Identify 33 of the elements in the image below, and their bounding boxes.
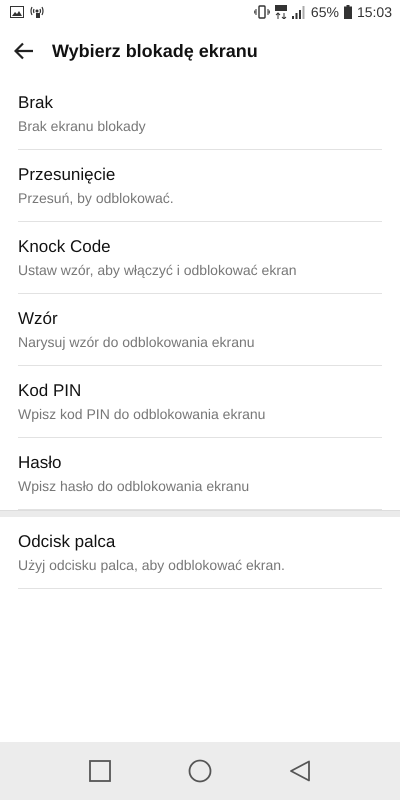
battery-percent: 65% [310,4,339,20]
option-title: Kod PIN [18,381,82,401]
back-arrow-icon [14,42,34,60]
battery-icon [344,5,352,19]
screen-title: Wybierz blokadę ekranu [52,40,258,62]
option-title: Brak [18,93,54,113]
option-description: Wpisz kod PIN do odblokowania ekranu [18,406,266,422]
option-title: Odcisk palca [18,532,116,552]
back-nav-button[interactable] [289,760,312,782]
option-description: Użyj odcisku palca, aby odblokować ekran. [18,557,286,573]
signal-icon [292,6,306,18]
lock-option[interactable]: Przesunięcie Przesuń, by odblokować. [18,150,382,222]
image-icon [10,6,24,18]
lock-option[interactable]: Brak Brak ekranu blokady [18,78,382,150]
mobile-data-icon [274,5,287,19]
recents-button[interactable] [88,760,111,782]
lock-option[interactable]: Kod PIN Wpisz kod PIN do odblokowania ekranu [18,366,382,438]
option-title: Wzór [18,309,59,329]
lock-option[interactable]: Odcisk palca Użyj odcisku palca, aby odblokować ekran. [18,517,382,589]
option-description: Wpisz hasło do odblokowania ekranu [18,478,250,494]
option-description: Brak ekranu blokady [18,118,147,134]
clock: 15:03 [356,4,392,20]
option-description: Przesuń, by odblokować. [18,190,175,206]
lock-option[interactable]: Wzór Narysuj wzór do odblokowania ekranu [18,294,382,366]
option-title: Knock Code [18,237,112,257]
option-title: Hasło [18,453,62,473]
option-description: Narysuj wzór do odblokowania ekranu [18,334,256,350]
home-button[interactable] [188,759,212,783]
vibrate-icon [254,5,270,19]
lock-option[interactable]: Knock Code Ustaw wzór, aby włączyć i odblokować ekran [18,222,382,294]
option-title: Przesunięcie [18,165,116,185]
option-description: Ustaw wzór, aby włączyć i odblokować ekran [18,262,298,278]
hotspot-icon [29,5,45,19]
